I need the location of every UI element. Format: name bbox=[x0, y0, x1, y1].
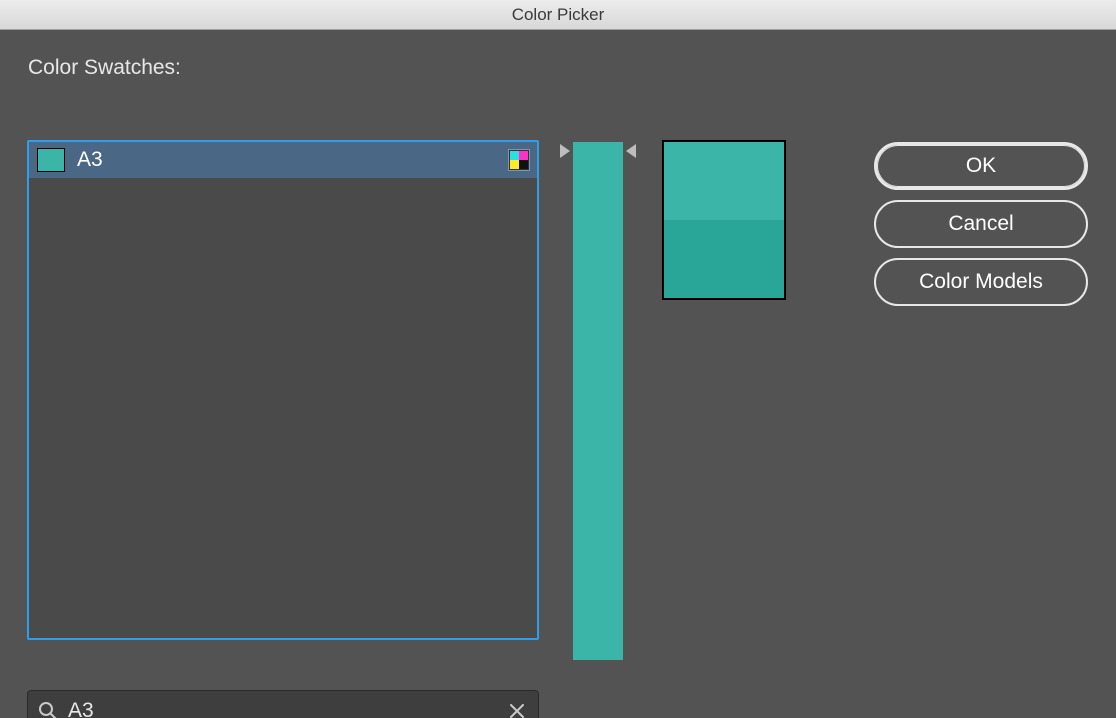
slider-handle-left-icon[interactable] bbox=[560, 144, 570, 158]
close-icon bbox=[510, 704, 524, 718]
window-titlebar: Color Picker bbox=[0, 0, 1116, 30]
tint-slider[interactable] bbox=[560, 142, 636, 660]
cancel-button[interactable]: Cancel bbox=[874, 200, 1088, 248]
slider-handle-right-icon[interactable] bbox=[626, 144, 636, 158]
swatches-label: Color Swatches: bbox=[28, 56, 1088, 80]
preview-current-color bbox=[664, 220, 784, 298]
search-field[interactable] bbox=[27, 690, 539, 718]
clear-search-button[interactable] bbox=[506, 700, 528, 718]
search-input[interactable] bbox=[68, 699, 496, 718]
ok-button[interactable]: OK bbox=[874, 142, 1088, 190]
swatch-list[interactable]: A3 bbox=[27, 140, 539, 640]
color-preview bbox=[662, 140, 786, 300]
dialog-buttons: OK Cancel Color Models bbox=[874, 142, 1088, 306]
search-icon bbox=[38, 701, 58, 718]
swatch-name-label: A3 bbox=[77, 148, 497, 172]
swatch-color-chip bbox=[37, 148, 65, 172]
cmyk-icon bbox=[509, 150, 529, 170]
dialog-content: Color Swatches: A3 OK Cancel Color Model… bbox=[0, 30, 1116, 80]
preview-new-color bbox=[664, 142, 784, 220]
swatch-item[interactable]: A3 bbox=[29, 142, 537, 178]
slider-track[interactable] bbox=[573, 142, 623, 660]
window-title: Color Picker bbox=[512, 5, 605, 25]
color-models-button[interactable]: Color Models bbox=[874, 258, 1088, 306]
